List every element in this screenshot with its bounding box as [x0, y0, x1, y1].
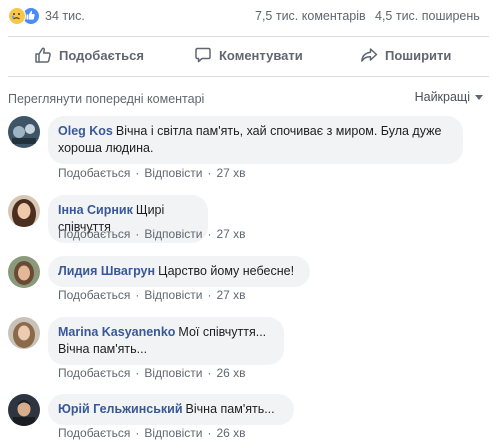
- comment-like-link[interactable]: Подобається: [58, 227, 130, 241]
- comment-like-link[interactable]: Подобається: [58, 166, 130, 180]
- comment-author-link[interactable]: Oleg Kos: [58, 124, 113, 138]
- comment-author-link[interactable]: Інна Сирник: [58, 203, 133, 217]
- comment-author-link[interactable]: Юрій Гельжинський: [58, 402, 183, 416]
- post-stats-bar: 34 тис. 7,5 тис. коментарів 4,5 тис. пош…: [0, 0, 497, 36]
- comments-count-link[interactable]: 7,5 тис. коментарів: [255, 9, 366, 23]
- comment-button-label: Коментувати: [219, 47, 303, 63]
- comment-bubble: Marina Kasyanenko Мої співчуття... Вічна …: [48, 317, 284, 365]
- comment-text: Царство йому небесне!: [158, 264, 295, 278]
- comment-reply-link[interactable]: Відповісти: [144, 166, 202, 180]
- caret-down-icon: [475, 94, 483, 100]
- speech-bubble-icon: [195, 47, 211, 63]
- avatar[interactable]: [8, 394, 40, 426]
- divider: [8, 36, 489, 37]
- comment-actions: Подобається · Відповісти · 27 хв: [58, 288, 246, 302]
- shares-count-link[interactable]: 4,5 тис. поширень: [375, 9, 480, 23]
- comment-author-link[interactable]: Лидия Швагрун: [58, 264, 155, 278]
- comment-reply-link[interactable]: Відповісти: [144, 366, 202, 380]
- comment-button[interactable]: Коментувати: [194, 46, 303, 64]
- comment-author-link[interactable]: Marina Kasyanenko: [58, 325, 175, 339]
- comment-sort-dropdown[interactable]: Найкращі: [415, 90, 483, 104]
- comment-reply-link[interactable]: Відповісти: [144, 426, 202, 440]
- comment-timestamp[interactable]: 26 хв: [216, 366, 245, 380]
- avatar[interactable]: [8, 256, 40, 288]
- share-button-label: Поширити: [385, 47, 452, 63]
- comment-like-link[interactable]: Подобається: [58, 288, 130, 302]
- thumbs-up-icon: [35, 47, 51, 63]
- divider: [8, 76, 489, 77]
- comment-timestamp[interactable]: 27 хв: [216, 227, 245, 241]
- comment-actions: Подобається · Відповісти · 27 хв: [58, 227, 246, 241]
- like-button[interactable]: Подобається: [34, 46, 144, 64]
- avatar[interactable]: [8, 195, 40, 227]
- comment-text: Вічна пам'ять...: [185, 402, 275, 416]
- comment-reply-link[interactable]: Відповісти: [144, 227, 202, 241]
- share-arrow-icon: [361, 48, 378, 62]
- comment-actions: Подобається · Відповісти · 26 хв: [58, 426, 246, 440]
- comment-reply-link[interactable]: Відповісти: [144, 288, 202, 302]
- avatar[interactable]: [8, 317, 40, 349]
- comment-timestamp[interactable]: 26 хв: [216, 426, 245, 440]
- post-actions-bar: Подобається Коментувати Поширити: [0, 38, 497, 76]
- comment-actions: Подобається · Відповісти · 27 хв: [58, 166, 246, 180]
- comment-actions: Подобається · Відповісти · 26 хв: [58, 366, 246, 380]
- comment-like-link[interactable]: Подобається: [58, 426, 130, 440]
- reactions-summary[interactable]: 34 тис.: [8, 6, 85, 26]
- comment-like-link[interactable]: Подобається: [58, 366, 130, 380]
- sort-label: Найкращі: [414, 90, 470, 104]
- comment-timestamp[interactable]: 27 хв: [216, 288, 245, 302]
- comment-bubble: Юрій Гельжинський Вічна пам'ять...: [48, 394, 294, 425]
- comment-text: Вічна і світла пам'ять, хай спочиває з м…: [58, 124, 442, 155]
- share-button[interactable]: Поширити: [360, 46, 451, 64]
- comment-timestamp[interactable]: 27 хв: [216, 166, 245, 180]
- view-previous-comments-link[interactable]: Переглянути попередні коментарі: [8, 92, 204, 106]
- comment-bubble: Лидия Швагрун Царство йому небесне!: [48, 256, 310, 287]
- comment-bubble: Oleg Kos Вічна і світла пам'ять, хай споч…: [48, 116, 463, 164]
- avatar[interactable]: [8, 116, 40, 148]
- sad-face-icon: [8, 7, 26, 25]
- reactions-count: 34 тис.: [45, 9, 85, 23]
- like-button-label: Подобається: [59, 47, 144, 63]
